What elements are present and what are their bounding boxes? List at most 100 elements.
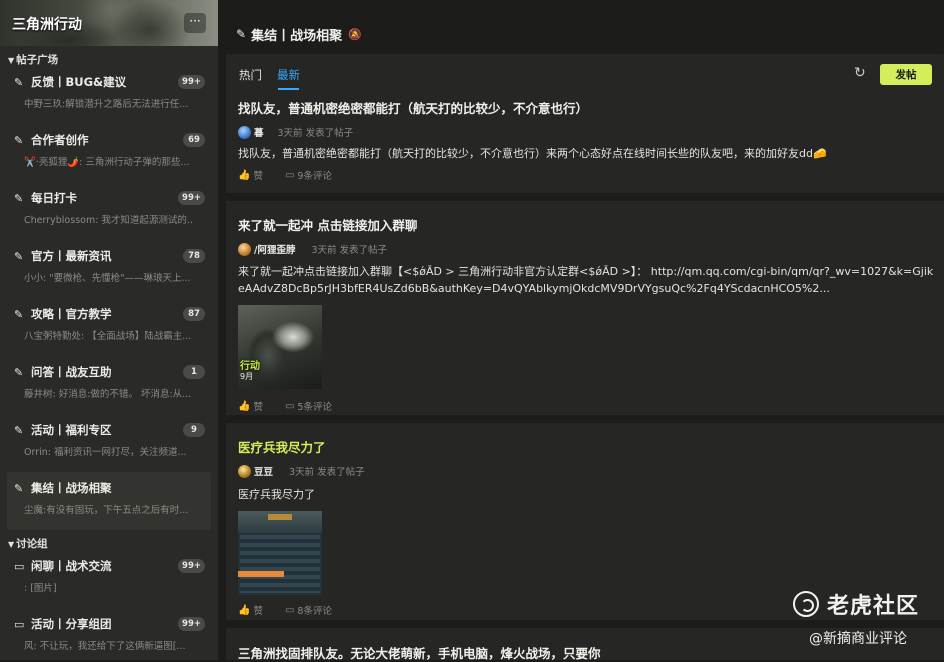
count-badge: 69 xyxy=(183,133,205,147)
sidebar-item-preview: ✂️·亮狐狸🌶️: 三角洲行动子弹的那些... xyxy=(24,157,190,168)
sidebar-item-label: 问答丨战友互助 xyxy=(31,365,112,379)
tiger-logo-icon xyxy=(793,591,819,617)
avatar[interactable] xyxy=(238,242,251,256)
edit-icon: ✎ xyxy=(14,307,24,321)
sidebar-item-events[interactable]: ✎ 活动丨福利专区 Orrin: 福利资讯一网打尽，关注频道... 9 xyxy=(7,414,211,472)
sidebar-banner: 三角洲行动 ··· xyxy=(0,0,218,46)
refresh-icon[interactable]: ↻ xyxy=(854,65,866,81)
post-actions: 👍 赞 ▭ 5条评论 xyxy=(238,399,944,414)
sidebar-item-qa[interactable]: ✎ 问答丨战友互助 藤井树: 好消息:做的不错。 坏消息:从... 1 xyxy=(7,356,211,414)
sidebar-item-label: 官方丨最新资讯 xyxy=(31,249,112,263)
count-badge: 99+ xyxy=(178,559,205,573)
watermark-logo: 老虎社区 xyxy=(793,588,919,620)
comment-button[interactable]: ▭ 8条评论 xyxy=(284,603,332,618)
sidebar: 三角洲行动 ··· ▼ 帖子广场 ✎ 反馈丨BUG&建议 中野三玖:解锁潜升之路后无… xyxy=(0,0,218,660)
count-badge: 87 xyxy=(183,307,205,321)
post-title[interactable]: 医疗兵我尽力了 xyxy=(238,437,944,456)
edit-icon: ✎ xyxy=(236,27,247,41)
image-highlight xyxy=(238,571,284,577)
post-author[interactable]: 豆豆 xyxy=(254,464,273,478)
new-post-button[interactable]: 发帖 xyxy=(880,64,932,85)
sidebar-item-teamup[interactable]: ▭ 活动丨分享组团 风: 不让玩，我还给下了这俩新逼图[... 99+ xyxy=(7,608,211,660)
sidebar-item-label: 活动丨分享组团 xyxy=(31,617,112,631)
sidebar-item-chat[interactable]: ▭ 闲聊丨战术交流 : [图片] 99+ xyxy=(7,550,211,608)
image-subtext: 9月 xyxy=(240,372,254,381)
post-actions: 👍 赞 ▭ 9条评论 xyxy=(238,168,944,183)
post-title[interactable]: 找队友，普通机密绝密都能打（航天打的比较少，不介意也行） xyxy=(238,98,944,117)
post-title[interactable]: 来了就一起冲 点击链接加入群聊 xyxy=(238,215,944,234)
sidebar-item-label: 集结丨战场相聚 xyxy=(31,481,112,495)
count-badge: 1 xyxy=(183,365,205,379)
app-title: 三角洲行动 xyxy=(12,17,82,33)
sidebar-item-guides[interactable]: ✎ 攻略丨官方教学 八宝粥特勤处: 【全面战场】陆战霸主... 87 xyxy=(7,298,211,356)
image-rows xyxy=(240,535,320,593)
post-time: 3天前 发表了帖子 xyxy=(311,245,388,256)
comment-button[interactable]: ▭ 5条评论 xyxy=(284,399,332,414)
sidebar-item-news[interactable]: ✎ 官方丨最新资讯 小小: "要微枪、先懂枪"——琳琅天上... 78 xyxy=(7,240,211,298)
section-header-posts[interactable]: ▼ 帖子广场 xyxy=(0,46,218,66)
sidebar-item-label: 每日打卡 xyxy=(31,191,77,205)
sidebar-item-preview: 小小: "要微枪、先懂枪"——琳琅天上... xyxy=(24,273,191,284)
count-badge: 99+ xyxy=(178,191,205,205)
post-card[interactable]: 找队友，普通机密绝密都能打（航天打的比较少，不介意也行） 暮 3天前 发表了帖子… xyxy=(226,94,944,193)
post-image[interactable]: 行动 9月 xyxy=(238,305,322,389)
comment-icon: ▭ xyxy=(284,604,295,616)
post-author[interactable]: 暮 xyxy=(254,125,264,139)
sidebar-item-creators[interactable]: ✎ 合作者创作 ✂️·亮狐狸🌶️: 三角洲行动子弹的那些... 69 xyxy=(7,124,211,182)
avatar[interactable] xyxy=(238,125,251,139)
page-title: 集结丨战场相聚 xyxy=(251,28,343,44)
sidebar-item-preview: 风: 不让玩，我还给下了这俩新逼图[... xyxy=(24,641,186,652)
thumbs-up-icon: 👍 xyxy=(238,169,251,181)
watermark-source: @新摘商业评论 xyxy=(809,631,907,647)
edit-icon: ✎ xyxy=(14,75,24,89)
like-button[interactable]: 👍 赞 xyxy=(238,399,263,414)
count-badge: 99+ xyxy=(178,75,205,89)
comment-icon: ▭ xyxy=(284,400,295,412)
thumbs-up-icon: 👍 xyxy=(238,400,251,412)
like-button[interactable]: 👍 赞 xyxy=(238,603,263,618)
triangle-down-icon: ▼ xyxy=(8,56,15,65)
more-icon[interactable]: ··· xyxy=(184,13,206,33)
image-text: 行动 xyxy=(240,361,260,372)
sidebar-item-label: 闲聊丨战术交流 xyxy=(31,559,112,573)
post-image[interactable] xyxy=(238,511,322,595)
post-body: 找队友，普通机密绝密都能打（航天打的比较少，不介意也行）来两个心态好点在线时间长… xyxy=(238,147,827,160)
chat-bubble-icon: ▭ xyxy=(14,617,25,631)
sidebar-item-label: 活动丨福利专区 xyxy=(31,423,112,437)
comment-icon: ▭ xyxy=(284,169,295,181)
thumbs-up-icon: 👍 xyxy=(238,604,251,616)
sidebar-item-checkin[interactable]: ✎ 每日打卡 Cherryblossom: 我才知道起源测试的... 99+ xyxy=(7,182,211,240)
chat-bubble-icon: ▭ xyxy=(14,559,25,573)
sidebar-item-preview: 中野三玖:解锁潜升之路后无法进行任... xyxy=(24,99,189,110)
like-button[interactable]: 👍 赞 xyxy=(238,168,263,183)
edit-icon: ✎ xyxy=(14,191,24,205)
sidebar-item-preview: 藤井树: 好消息:做的不错。 坏消息:从... xyxy=(24,389,192,400)
tabs-bar: 热门 最新 ↻ 发帖 xyxy=(226,54,944,94)
edit-icon: ✎ xyxy=(14,365,24,379)
comment-button[interactable]: ▭ 9条评论 xyxy=(284,168,332,183)
sidebar-item-feedback[interactable]: ✎ 反馈丨BUG&建议 中野三玖:解锁潜升之路后无法进行任... 99+ xyxy=(7,66,211,124)
count-badge: 99+ xyxy=(178,617,205,631)
count-badge: 78 xyxy=(183,249,205,263)
sidebar-item-preview: Cherryblossom: 我才知道起源测试的... xyxy=(24,215,194,226)
sidebar-item-preview: : [图片] xyxy=(24,583,57,594)
tab-hot[interactable]: 热门 xyxy=(239,67,262,83)
count-badge: 9 xyxy=(183,423,205,437)
post-time: 3天前 发表了帖子 xyxy=(289,467,365,478)
tab-latest[interactable]: 最新 xyxy=(277,67,300,90)
sidebar-item-gathering[interactable]: ✎ 集结丨战场相聚 尘魔:有没有固玩，下午五点之后有时... xyxy=(7,472,211,530)
avatar[interactable] xyxy=(238,464,251,478)
sidebar-item-label: 反馈丨BUG&建议 xyxy=(31,75,127,89)
edit-icon: ✎ xyxy=(14,423,24,437)
edit-icon: ✎ xyxy=(14,481,24,495)
edit-icon: ✎ xyxy=(14,133,24,147)
post-author[interactable]: /阿狸歪脖 xyxy=(254,242,295,256)
post-meta: /阿狸歪脖 3天前 发表了帖子 xyxy=(238,242,944,256)
post-body: 医疗兵我尽力了 xyxy=(238,488,315,501)
section-header-discussion[interactable]: ▼ 讨论组 xyxy=(0,530,218,550)
sidebar-item-preview: 八宝粥特勤处: 【全面战场】陆战霸主... xyxy=(24,331,192,342)
post-time: 3天前 发表了帖子 xyxy=(277,128,354,139)
image-header xyxy=(238,511,322,533)
bell-muted-icon[interactable]: 🔕 xyxy=(348,28,362,41)
post-card[interactable]: 来了就一起冲 点击链接加入群聊 /阿狸歪脖 3天前 发表了帖子 来了就一起冲点击… xyxy=(226,201,944,415)
